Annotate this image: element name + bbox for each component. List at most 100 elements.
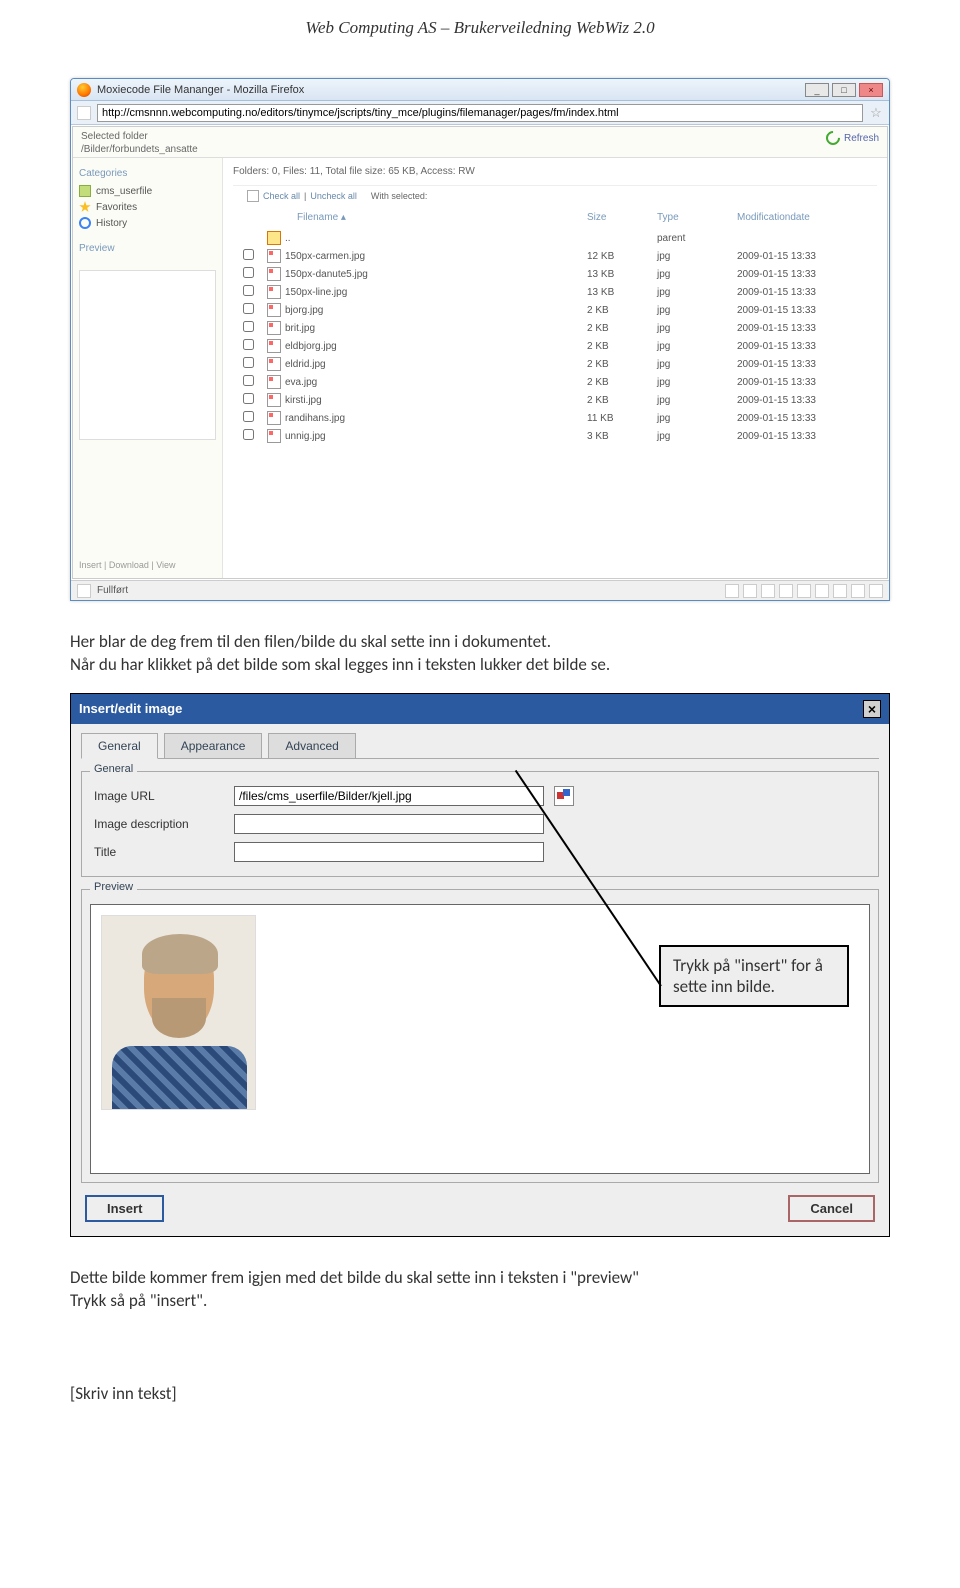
file-type: jpg — [657, 413, 737, 424]
toolbar-icon[interactable] — [743, 584, 757, 598]
sidebar-label: cms_userfile — [96, 186, 152, 197]
sidebar-label: Favorites — [96, 202, 137, 213]
sidebar-item-favorites[interactable]: Favorites — [79, 199, 216, 215]
file-name: unnig.jpg — [285, 431, 326, 442]
file-name: 150px-carmen.jpg — [285, 251, 365, 262]
refresh-link[interactable]: Refresh — [826, 131, 879, 145]
cancel-button[interactable]: Cancel — [788, 1195, 875, 1222]
file-row[interactable]: eldrid.jpg2 KBjpg2009-01-15 13:33 — [233, 355, 877, 373]
folder-info: Folders: 0, Files: 11, Total file size: … — [233, 166, 877, 185]
file-checkbox[interactable] — [243, 393, 254, 404]
list-header: Filename ▴ Size Type Modificationdate — [233, 208, 877, 229]
file-row[interactable]: brit.jpg2 KBjpg2009-01-15 13:33 — [233, 319, 877, 337]
url-bar: ☆ — [71, 101, 889, 125]
status-text: Fullført — [97, 585, 128, 596]
file-checkbox[interactable] — [243, 375, 254, 386]
folder-icon — [267, 231, 281, 245]
preview-fieldset: Preview Trykk på "insert" for å sette in… — [81, 889, 879, 1183]
col-size[interactable]: Size — [587, 212, 657, 223]
insert-button[interactable]: Insert — [85, 1195, 164, 1222]
toolbar-icon[interactable] — [815, 584, 829, 598]
toolbar-icon[interactable] — [851, 584, 865, 598]
general-legend: General — [90, 763, 137, 775]
file-row[interactable]: kirsti.jpg2 KBjpg2009-01-15 13:33 — [233, 391, 877, 409]
titlebar: Moxiecode File Mananger - Mozilla Firefo… — [71, 79, 889, 101]
file-row[interactable]: 150px-danute5.jpg13 KBjpg2009-01-15 13:3… — [233, 265, 877, 283]
file-checkbox[interactable] — [243, 339, 254, 350]
sidebar-actions[interactable]: Insert | Download | View — [79, 556, 216, 570]
file-checkbox[interactable] — [243, 357, 254, 368]
browse-icon[interactable] — [554, 786, 574, 806]
file-row[interactable]: 150px-line.jpg13 KBjpg2009-01-15 13:33 — [233, 283, 877, 301]
file-row[interactable]: eva.jpg2 KBjpg2009-01-15 13:33 — [233, 373, 877, 391]
bookmark-star-icon[interactable]: ☆ — [869, 106, 883, 120]
col-type[interactable]: Type — [657, 212, 737, 223]
file-list-panel: Folders: 0, Files: 11, Total file size: … — [223, 158, 887, 578]
file-size: 2 KB — [587, 305, 657, 316]
check-all-link[interactable]: Check all — [263, 191, 300, 201]
file-type: jpg — [657, 377, 737, 388]
file-type: jpg — [657, 395, 737, 406]
image-file-icon — [267, 321, 281, 335]
tab-appearance[interactable]: Appearance — [164, 733, 263, 759]
footer-placeholder: [Skriv inn tekst] — [70, 1383, 890, 1404]
tab-general[interactable]: General — [81, 733, 158, 759]
file-checkbox[interactable] — [243, 285, 254, 296]
sidebar-item-history[interactable]: History — [79, 215, 216, 231]
parent-folder-row[interactable]: .. parent — [233, 229, 877, 247]
history-icon — [79, 217, 91, 229]
file-size: 12 KB — [587, 251, 657, 262]
toolbar-icon[interactable] — [833, 584, 847, 598]
file-checkbox[interactable] — [243, 321, 254, 332]
image-desc-input[interactable] — [234, 814, 544, 834]
file-checkbox[interactable] — [243, 267, 254, 278]
file-date: 2009-01-15 13:33 — [737, 287, 877, 298]
selected-folder-label: Selected folder — [81, 131, 198, 142]
preview-area: Trykk på "insert" for å sette inn bilde. — [90, 904, 870, 1174]
file-type: jpg — [657, 269, 737, 280]
toolbar-icon[interactable] — [725, 584, 739, 598]
file-date: 2009-01-15 13:33 — [737, 431, 877, 442]
title-input[interactable] — [234, 842, 544, 862]
sidebar-item-userfile[interactable]: cms_userfile — [79, 183, 216, 199]
col-filename[interactable]: Filename — [297, 212, 338, 223]
col-date[interactable]: Modificationdate — [737, 212, 877, 223]
maximize-button[interactable]: □ — [832, 83, 856, 97]
file-date: 2009-01-15 13:33 — [737, 251, 877, 262]
close-button[interactable]: × — [859, 83, 883, 97]
toolbar-icon[interactable] — [797, 584, 811, 598]
file-row[interactable]: unnig.jpg3 KBjpg2009-01-15 13:33 — [233, 427, 877, 445]
file-name: eldbjorg.jpg — [285, 341, 337, 352]
file-size: 2 KB — [587, 341, 657, 352]
image-file-icon — [267, 249, 281, 263]
file-row[interactable]: randihans.jpg11 KBjpg2009-01-15 13:33 — [233, 409, 877, 427]
toolbar-icon[interactable] — [779, 584, 793, 598]
instruction-text-2: Dette bilde kommer frem igjen med det bi… — [70, 1267, 890, 1313]
file-date: 2009-01-15 13:33 — [737, 413, 877, 424]
image-url-input[interactable] — [234, 786, 544, 806]
dialog-title: Insert/edit image — [79, 701, 182, 716]
file-checkbox[interactable] — [243, 303, 254, 314]
minimize-button[interactable]: _ — [805, 83, 829, 97]
toolbar-icon[interactable] — [761, 584, 775, 598]
file-name: randihans.jpg — [285, 413, 345, 424]
file-size: 2 KB — [587, 395, 657, 406]
toolbar-icon[interactable] — [869, 584, 883, 598]
uncheck-all-link[interactable]: Uncheck all — [310, 191, 357, 201]
file-checkbox[interactable] — [243, 249, 254, 260]
dialog-close-button[interactable]: × — [863, 700, 881, 718]
file-row[interactable]: 150px-carmen.jpg12 KBjpg2009-01-15 13:33 — [233, 247, 877, 265]
image-file-icon — [267, 393, 281, 407]
sidebar-label: History — [96, 218, 127, 229]
file-row[interactable]: eldbjorg.jpg2 KBjpg2009-01-15 13:33 — [233, 337, 877, 355]
page-header: Web Computing AS – Brukerveiledning WebW… — [70, 0, 890, 78]
file-checkbox[interactable] — [243, 429, 254, 440]
image-file-icon — [267, 375, 281, 389]
file-name: eldrid.jpg — [285, 359, 326, 370]
tab-advanced[interactable]: Advanced — [268, 733, 355, 759]
toggle-icon[interactable] — [247, 190, 259, 202]
file-size: 2 KB — [587, 377, 657, 388]
file-row[interactable]: bjorg.jpg2 KBjpg2009-01-15 13:33 — [233, 301, 877, 319]
url-input[interactable] — [97, 104, 863, 122]
file-checkbox[interactable] — [243, 411, 254, 422]
